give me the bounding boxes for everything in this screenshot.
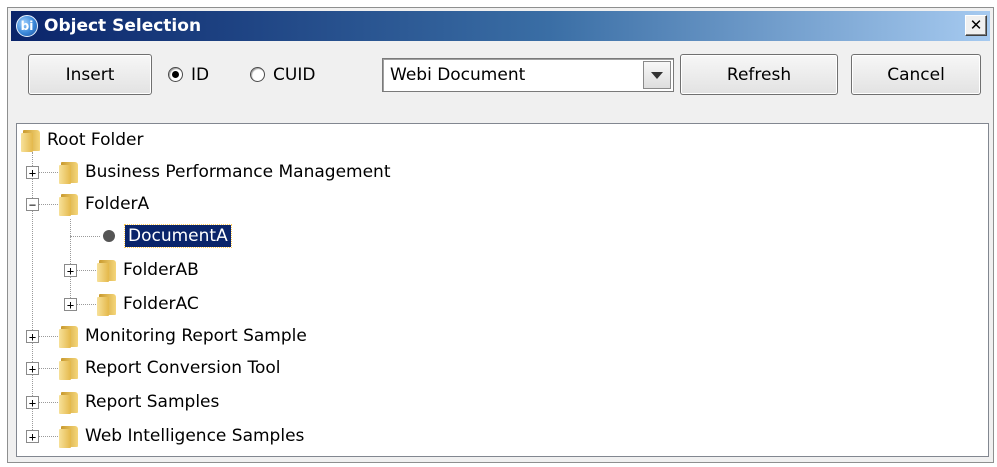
tree-item-web-intelligence-samples[interactable]: Web Intelligence Samples	[59, 420, 304, 452]
radio-cuid[interactable]: CUID	[250, 54, 315, 95]
tree-item-monitoring-report-sample[interactable]: Monitoring Report Sample	[59, 320, 307, 352]
expand-plus-icon[interactable]: +	[26, 330, 39, 343]
tree-connector	[38, 336, 58, 337]
folder-icon	[21, 128, 41, 152]
tree-item-label: Report Conversion Tool	[85, 358, 281, 378]
chevron-down-icon[interactable]	[643, 61, 671, 89]
tree-item-label: Business Performance Management	[85, 162, 391, 182]
expand-plus-icon[interactable]: +	[26, 166, 39, 179]
collapse-minus-icon[interactable]: −	[26, 198, 39, 211]
expand-plus-icon[interactable]: +	[26, 362, 39, 375]
tree-item-label-selected: DocumentA	[124, 224, 232, 248]
radio-cuid-unselected-icon[interactable]	[250, 67, 265, 82]
bi-app-icon: bi	[16, 15, 38, 37]
tree-item-report-samples[interactable]: Report Samples	[59, 386, 219, 418]
tree-item-label: Report Samples	[85, 392, 220, 412]
tree-item-label: Monitoring Report Sample	[85, 326, 307, 346]
folder-tree[interactable]: Root Folder + Business Performance Manag…	[16, 123, 989, 457]
tree-item-label: FolderAB	[123, 260, 199, 280]
object-selection-window: bi Object Selection ✕ Insert ID CUID Web…	[7, 7, 994, 463]
tree-item-foldera[interactable]: FolderA	[59, 188, 149, 220]
tree-connector	[38, 368, 58, 369]
tree-item-folderab[interactable]: FolderAB	[97, 254, 199, 286]
document-type-select[interactable]: Webi Document	[382, 58, 674, 92]
expand-plus-icon[interactable]: +	[64, 298, 77, 311]
tree-connector	[38, 172, 58, 173]
tree-connector	[38, 436, 58, 437]
tree-item-label: FolderA	[85, 194, 150, 214]
tree-item-label: FolderAC	[123, 294, 199, 314]
tree-connector	[76, 304, 96, 305]
folder-icon	[97, 292, 117, 316]
folder-icon	[59, 324, 79, 348]
folder-icon	[59, 192, 79, 216]
document-icon	[103, 230, 115, 242]
folder-icon	[59, 356, 79, 380]
insert-button[interactable]: Insert	[28, 54, 152, 95]
document-type-value: Webi Document	[390, 65, 526, 85]
tree-item-folderac[interactable]: FolderAC	[97, 288, 199, 320]
tree-item-label: Web Intelligence Samples	[85, 426, 305, 446]
window-title: Object Selection	[44, 16, 202, 36]
title-bar[interactable]: bi Object Selection ✕	[11, 11, 990, 41]
folder-icon	[59, 424, 79, 448]
expand-plus-icon[interactable]: +	[26, 430, 39, 443]
tree-item-root-folder[interactable]: Root Folder	[21, 124, 143, 156]
tree-connector	[38, 402, 58, 403]
tree-connector	[70, 236, 100, 237]
expand-plus-icon[interactable]: +	[64, 264, 77, 277]
folder-icon	[97, 258, 117, 282]
tree-item-business-performance-management[interactable]: Business Performance Management	[59, 156, 391, 188]
tree-item-label: Root Folder	[47, 130, 144, 150]
expand-plus-icon[interactable]: +	[26, 396, 39, 409]
toolbar: Insert ID CUID Webi Document Refresh Can…	[16, 48, 986, 104]
radio-id-label: ID	[191, 64, 210, 85]
folder-icon	[59, 160, 79, 184]
close-icon[interactable]: ✕	[965, 15, 987, 36]
tree-item-report-conversion-tool[interactable]: Report Conversion Tool	[59, 352, 281, 384]
cancel-button[interactable]: Cancel	[851, 54, 981, 95]
tree-connector	[38, 204, 58, 205]
tree-item-documenta[interactable]: DocumentA	[103, 220, 232, 252]
tree-connector	[76, 270, 96, 271]
refresh-button[interactable]: Refresh	[680, 54, 838, 95]
radio-id[interactable]: ID	[168, 54, 209, 95]
radio-cuid-label: CUID	[273, 64, 316, 85]
radio-id-selected-icon[interactable]	[168, 67, 183, 82]
folder-icon	[59, 390, 79, 414]
